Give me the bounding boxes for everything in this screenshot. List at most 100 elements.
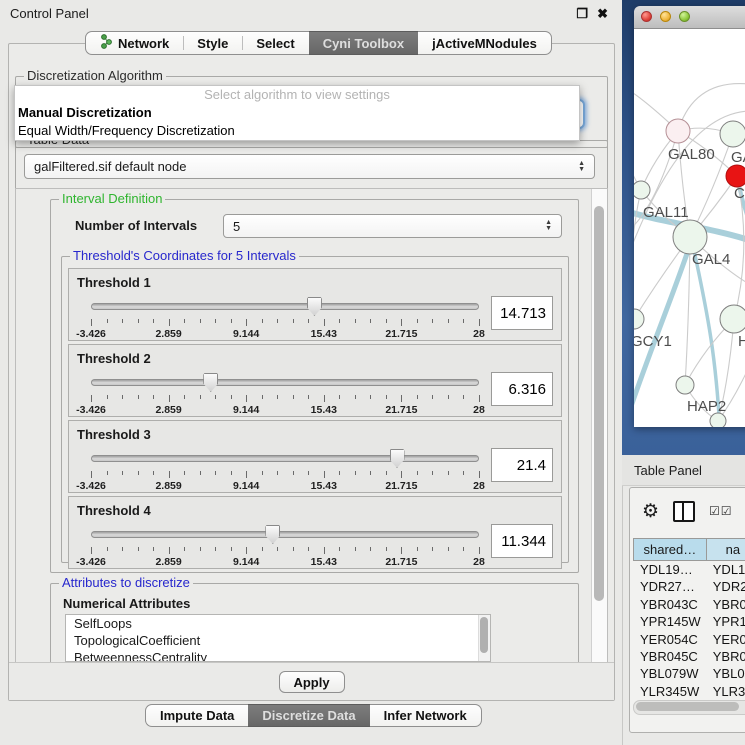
threshold-value-input[interactable]: [491, 372, 553, 406]
tick-mark: [370, 319, 371, 323]
slider-ticks: [91, 395, 479, 403]
slider-thumb-icon[interactable]: [307, 297, 322, 316]
attribute-list-item[interactable]: SelfLoops: [66, 615, 490, 632]
table-row[interactable]: YLR345WYLR3: [633, 683, 745, 700]
table-row[interactable]: YER054CYER0: [633, 631, 745, 648]
tick-mark: [215, 471, 216, 475]
table-row[interactable]: YBR043CYBR0: [633, 596, 745, 613]
network-node-green[interactable]: [720, 305, 745, 333]
columns-icon[interactable]: [673, 501, 695, 522]
dropdown-placeholder-option[interactable]: Select algorithm to view settings: [15, 86, 579, 104]
threshold-value-input[interactable]: [491, 448, 553, 482]
tick-mark: [153, 319, 154, 323]
network-canvas[interactable]: GAL80GACGAL11GAL4GCY1HHAP2: [634, 29, 745, 427]
tab-impute-data[interactable]: Impute Data: [145, 704, 248, 727]
network-node-green[interactable]: [634, 309, 644, 329]
network-node-green[interactable]: [710, 413, 726, 427]
tab-discretize-data[interactable]: Discretize Data: [248, 704, 369, 727]
tick-mark: [138, 395, 139, 399]
tab-style[interactable]: Style: [183, 31, 242, 55]
table-column-header[interactable]: na: [706, 538, 745, 561]
table-row[interactable]: YDL19…YDL1: [633, 561, 745, 578]
tick-mark: [448, 547, 449, 551]
threshold-slider[interactable]: -3.4262.8599.14415.4321.71528: [91, 447, 479, 489]
tab-select[interactable]: Select: [242, 31, 308, 55]
threshold-panel: Threshold 4-3.4262.8599.14415.4321.71528: [68, 496, 562, 569]
slider-track: [91, 379, 479, 386]
threshold-slider[interactable]: -3.4262.8599.14415.4321.71528: [91, 295, 479, 337]
threshold-row: -3.4262.8599.14415.4321.71528: [91, 447, 553, 489]
network-edge[interactable]: [634, 190, 641, 319]
float-window-icon[interactable]: ❐: [576, 6, 588, 22]
slider-thumb-icon[interactable]: [203, 373, 218, 392]
tick-label: 15.43: [311, 328, 337, 340]
threshold-value-input[interactable]: [491, 296, 553, 330]
apply-button[interactable]: Apply: [279, 671, 345, 693]
tick-mark: [200, 395, 201, 399]
attributes-list-scrollbar[interactable]: [478, 615, 490, 661]
slider-tick-labels: -3.4262.8599.14415.4321.71528: [91, 404, 479, 415]
slider-tick-labels: -3.4262.8599.14415.4321.71528: [91, 328, 479, 339]
table-row[interactable]: YDR27…YDR2: [633, 578, 745, 595]
select-checkboxes-icon[interactable]: ☑☑: [709, 504, 733, 518]
tick-mark: [107, 471, 108, 475]
dropdown-option[interactable]: Manual Discretization: [15, 104, 579, 122]
close-traffic-light-icon[interactable]: [641, 11, 652, 22]
tab-label: Select: [256, 36, 294, 51]
tab-label: Style: [197, 36, 228, 51]
tab-network[interactable]: Network: [85, 31, 183, 55]
slider-tick-labels: -3.4262.8599.14415.4321.71528: [91, 480, 479, 491]
network-node-green[interactable]: [676, 376, 694, 394]
slider-tick-labels: -3.4262.8599.14415.4321.71528: [91, 556, 479, 567]
table-row[interactable]: YBR045CYBR0: [633, 648, 745, 665]
tick-mark: [355, 547, 356, 551]
table-column-header[interactable]: shared…: [633, 538, 706, 561]
settings-vertical-scrollbar[interactable]: [591, 189, 607, 663]
slider-thumb-icon[interactable]: [265, 525, 280, 544]
zoom-traffic-light-icon[interactable]: [679, 11, 690, 22]
scrollbar-thumb[interactable]: [480, 617, 488, 653]
tick-mark: [293, 471, 294, 475]
table-panel-title: Table Panel: [634, 463, 702, 478]
threshold-slider[interactable]: -3.4262.8599.14415.4321.71528: [91, 371, 479, 413]
number-of-intervals-combobox[interactable]: 5 ▲▼: [223, 214, 562, 238]
tick-mark: [277, 395, 278, 399]
network-node-red[interactable]: [726, 165, 745, 187]
network-node-green[interactable]: [673, 220, 707, 254]
tick-mark: [370, 471, 371, 475]
threshold-slider[interactable]: -3.4262.8599.14415.4321.71528: [91, 523, 479, 565]
tick-mark: [277, 319, 278, 323]
network-node-green[interactable]: [720, 121, 745, 147]
close-icon[interactable]: ✖: [597, 6, 608, 22]
threshold-value-input[interactable]: [491, 524, 553, 558]
slider-thumb-icon[interactable]: [390, 449, 405, 468]
tab-cyni-toolbox[interactable]: Cyni Toolbox: [309, 31, 418, 55]
table-row[interactable]: YBL079WYBL0: [633, 665, 745, 682]
tick-mark: [417, 319, 418, 323]
tick-mark: [184, 319, 185, 323]
scrollbar-thumb[interactable]: [636, 702, 739, 711]
network-node-label: GAL11: [643, 204, 689, 221]
gear-icon[interactable]: ⚙: [642, 502, 659, 521]
tick-mark: [463, 471, 464, 475]
table-row[interactable]: YPR145WYPR1: [633, 613, 745, 630]
tick-mark: [293, 395, 294, 399]
table-horizontal-scrollbar[interactable]: [633, 700, 745, 715]
tick-label: 21.715: [385, 328, 417, 340]
network-node-green[interactable]: [634, 181, 650, 199]
scrollbar-thumb[interactable]: [594, 206, 604, 601]
network-node-pink[interactable]: [666, 119, 690, 143]
network-window-titlebar[interactable]: [634, 6, 745, 29]
tick-mark: [122, 319, 123, 323]
dropdown-option[interactable]: Equal Width/Frequency Discretization: [15, 122, 579, 140]
attribute-list-item[interactable]: BetweennessCentrality: [66, 649, 490, 662]
bottom-tab-bar: Impute DataDiscretize DataInfer Network: [145, 704, 482, 727]
minimize-traffic-light-icon[interactable]: [660, 11, 671, 22]
numerical-attributes-list[interactable]: SelfLoopsTopologicalCoefficientBetweenne…: [65, 614, 491, 662]
attribute-list-item[interactable]: TopologicalCoefficient: [66, 632, 490, 649]
tab-jactivemnodules[interactable]: jActiveMNodules: [418, 31, 552, 55]
tab-infer-network[interactable]: Infer Network: [370, 704, 482, 727]
cyni-toolbox-panel: Discretization Algorithm ▲▼ Table Data g…: [8, 43, 615, 701]
network-node-label: GAL4: [692, 251, 730, 268]
table-data-combobox[interactable]: galFiltered.sif default node ▲▼: [24, 154, 595, 179]
